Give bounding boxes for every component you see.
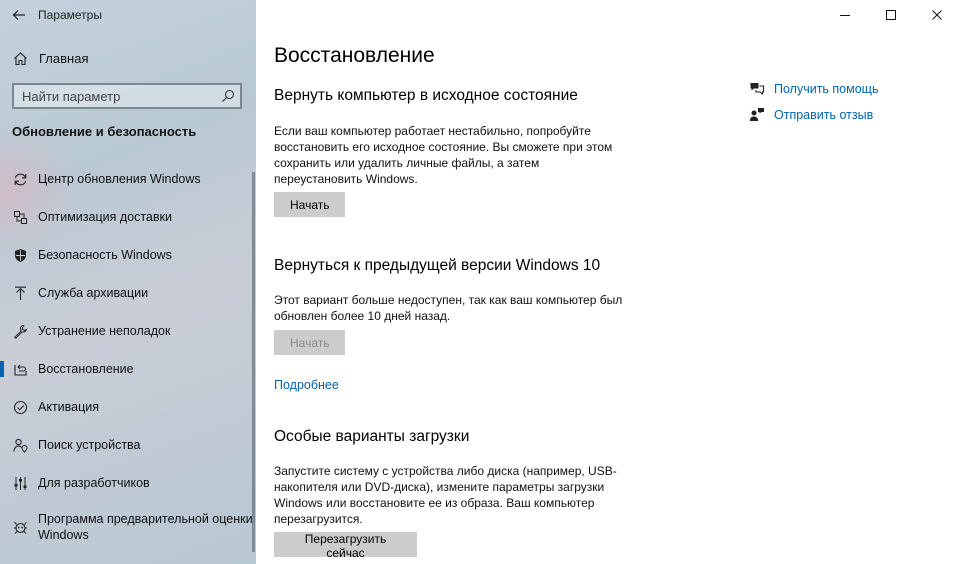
search-icon[interactable] [216,85,240,107]
back-arrow-icon [12,10,25,20]
search-input[interactable] [14,85,216,107]
page-title: Восстановление [274,44,435,67]
feedback-person-icon [748,107,766,123]
search-box[interactable] [12,83,242,109]
app-title: Параметры [38,8,102,22]
advanced-startup-description: Запустите систему с устройства либо диск… [274,464,617,526]
insider-icon [12,519,28,535]
advanced-startup-heading: Особые варианты загрузки [274,428,470,445]
get-help-label: Получить помощь [774,81,879,96]
sidebar-item-label: Для разработчиков [38,476,150,490]
sidebar-home[interactable]: Главная [0,44,256,72]
get-help-link[interactable]: Получить помощь [748,80,878,97]
reset-heading: Вернуть компьютер в исходное состояние [274,87,578,104]
restart-now-button[interactable]: Перезагрузить сейчас [274,532,417,560]
sidebar-item-label: Поиск устройства [38,438,141,452]
sidebar-item-windows-update[interactable]: Центр обновления Windows [0,160,256,198]
reset-start-button[interactable]: Начать [274,192,345,217]
check-circle-icon [12,399,28,415]
reset-description: Если ваш компьютер работает нестабильно,… [274,124,613,186]
chat-help-icon [748,81,766,97]
sidebar-item-label: Центр обновления Windows [38,172,201,186]
delivery-optimization-icon [12,209,28,225]
sidebar-item-label: Безопасность Windows [38,248,172,262]
back-button[interactable] [0,0,38,30]
sidebar-scrollbar[interactable] [252,172,255,552]
recovery-icon [12,361,28,377]
sidebar-item-label: Устранение неполадок [38,324,171,338]
sidebar-item-label: Оптимизация доставки [38,210,172,224]
sidebar-item-activation[interactable]: Активация [0,388,256,426]
title-bar: Параметры [0,0,256,30]
sidebar-item-developers[interactable]: Для разработчиков [0,464,256,502]
send-feedback-label: Отправить отзыв [774,107,874,122]
backup-arrow-icon [12,285,28,301]
sidebar-item-backup[interactable]: Служба архивации [0,274,256,312]
help-panel: Получить помощь Отправить отзыв [748,80,878,132]
home-icon [12,50,28,66]
sidebar-item-troubleshoot[interactable]: Устранение неполадок [0,312,256,350]
sidebar-item-find-device[interactable]: Поиск устройства [0,426,256,464]
rollback-heading: Вернуться к предыдущей версии Windows 10 [274,257,601,274]
sidebar-nav: Центр обновления Windows Оптимизация дос… [0,160,256,552]
sidebar-item-windows-security[interactable]: Безопасность Windows [0,236,256,274]
sidebar-item-insider[interactable]: Программа предварительной оценки Windows [0,502,256,552]
shield-icon [12,247,28,263]
sidebar-item-label: Активация [38,400,100,414]
sidebar-item-label: Служба архивации [38,286,149,300]
send-feedback-link[interactable]: Отправить отзыв [748,106,878,123]
sidebar-item-label: Программа предварительной оценки Windows [38,512,253,542]
home-label: Главная [39,50,89,66]
person-location-icon [12,437,28,453]
learn-more-link[interactable]: Подробнее [274,378,339,392]
sidebar-item-delivery-optimization[interactable]: Оптимизация доставки [0,198,256,236]
sync-icon [12,171,28,187]
section-title: Обновление и безопасность [12,124,197,139]
developer-sliders-icon [12,475,28,491]
sidebar-item-recovery[interactable]: Восстановление [0,350,256,388]
sidebar-item-label: Восстановление [38,362,134,376]
rollback-description: Этот вариант больше недоступен, так как … [274,293,623,323]
sidebar: Параметры Главная Обновление и безопасно… [0,0,256,564]
main-content: Восстановление Вернуть компьютер в исход… [274,0,960,564]
wrench-icon [12,323,28,339]
rollback-start-button: Начать [274,330,345,355]
